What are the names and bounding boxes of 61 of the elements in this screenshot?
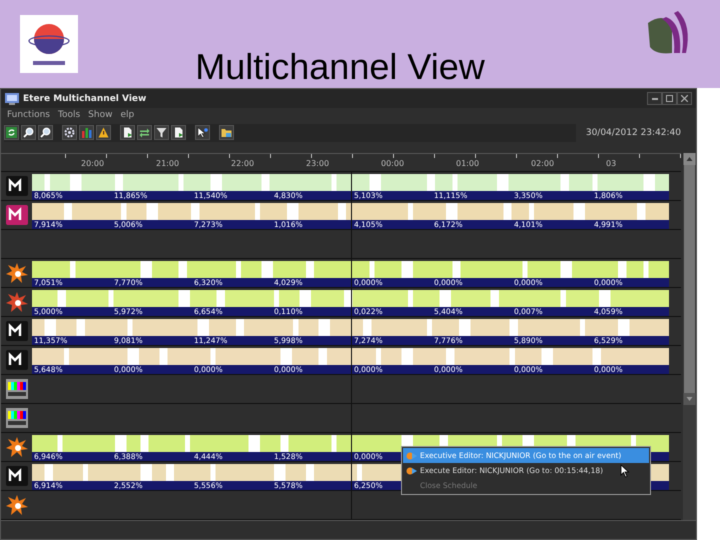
document-icon	[173, 127, 184, 138]
bar-chart-icon	[81, 127, 92, 138]
arrow-icon	[406, 450, 418, 460]
close-button[interactable]	[677, 92, 692, 106]
cursor-icon	[620, 464, 630, 478]
splat-logo-icon	[4, 262, 28, 284]
menu-item[interactable]: Functions	[7, 108, 50, 122]
square-logo-icon	[6, 321, 28, 342]
warning-icon	[98, 127, 109, 138]
toolbar-button[interactable]	[219, 125, 234, 140]
filter-icon	[156, 127, 167, 138]
test-card-icon	[6, 408, 28, 428]
hour-label: 01:00	[456, 159, 480, 168]
folder-icon	[221, 127, 232, 138]
minimize-button[interactable]	[647, 92, 662, 106]
toolbar-button[interactable]	[171, 125, 186, 140]
hour-label: 03	[606, 159, 618, 168]
window-title: Etere Multichannel View	[23, 94, 146, 104]
square-logo-icon	[6, 176, 28, 196]
gear-icon	[64, 127, 75, 138]
refresh-icon	[6, 127, 17, 138]
date-time: 30/04/2012 23:42:40	[586, 128, 681, 138]
slide-title: Multichannel View	[194, 44, 486, 88]
test-card-icon	[6, 379, 28, 400]
splat-logo-icon	[4, 291, 28, 314]
square-logo-icon	[6, 205, 28, 226]
splat-logo-icon	[4, 436, 28, 458]
menu-item[interactable]: elp	[120, 108, 134, 122]
search-icon	[23, 127, 34, 138]
document-icon	[122, 127, 133, 138]
toolbar-button[interactable]	[120, 125, 135, 140]
toolbar-button[interactable]	[62, 125, 77, 140]
hour-label: 02:00	[531, 159, 556, 168]
monitor-icon	[5, 92, 19, 105]
square-logo-icon	[6, 466, 28, 486]
pointer-icon	[197, 127, 208, 138]
arrow-icon	[406, 466, 418, 476]
toolbar-button[interactable]	[195, 125, 210, 140]
hour-label: 22:00	[231, 159, 256, 168]
swap-icon	[139, 127, 150, 138]
toolbar-button[interactable]	[137, 125, 152, 140]
hour-label: 20:00	[81, 159, 106, 168]
menu-item[interactable]: Tools	[58, 108, 80, 122]
hour-label: 21:00	[156, 159, 180, 168]
menu-item[interactable]: Show	[88, 108, 112, 122]
toolbar-button[interactable]	[96, 125, 111, 140]
close-icon	[681, 95, 688, 102]
search-icon	[40, 127, 51, 138]
toolbar-button[interactable]	[154, 125, 169, 140]
maximize-button[interactable]	[662, 92, 677, 106]
toolbar-button[interactable]	[4, 125, 19, 140]
hour-label: 00:00	[381, 159, 406, 168]
toolbar-button[interactable]	[38, 125, 53, 140]
toolbar-button[interactable]	[21, 125, 36, 140]
square-logo-icon	[6, 350, 28, 370]
splat-logo-icon	[4, 494, 28, 516]
logo-icon	[20, 15, 78, 73]
scrollbar[interactable]	[683, 153, 696, 520]
minimize-icon	[652, 98, 658, 100]
maximize-icon	[666, 95, 673, 102]
hour-label: 23:00	[306, 159, 330, 168]
